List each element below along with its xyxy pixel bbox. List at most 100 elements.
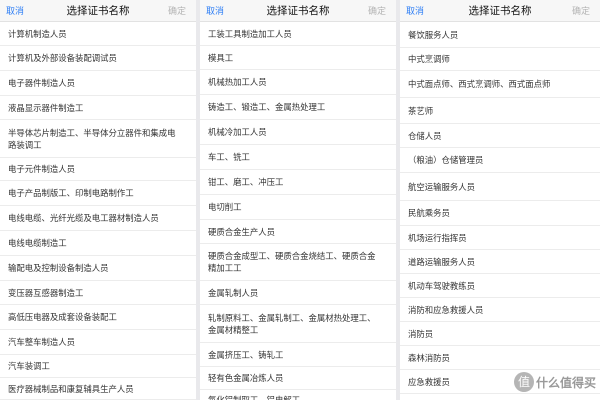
certificate-list-item[interactable]: 民航乘务员 bbox=[400, 201, 600, 226]
certificate-list-item[interactable]: 中式烹调师 bbox=[400, 48, 600, 71]
certificate-item-label: 变压器互感器制造工 bbox=[8, 287, 84, 298]
certificate-list-item[interactable]: 轧制原料工、金属轧制工、金属材热处理工、金属材精整工 bbox=[200, 305, 396, 343]
certificate-list-item[interactable]: 消防和应急救援人员 bbox=[400, 298, 600, 322]
certificate-item-label: 电子器件制造人员 bbox=[8, 78, 75, 88]
certificate-list-item[interactable]: 硬质合金成型工、硬质合金烧结工、硬质合金精加工工 bbox=[200, 244, 396, 281]
certificate-list-item[interactable]: 轻有色金属冶炼人员 bbox=[200, 367, 396, 390]
certificate-item-label: 输配电及控制设备制造人员 bbox=[8, 263, 109, 273]
certificate-item-label: 餐饮服务人员 bbox=[408, 29, 459, 40]
certificate-list-item[interactable]: 电线电缆制造工 bbox=[0, 231, 196, 256]
certificate-item-label: 氧化铝制取工、铝电解工 bbox=[208, 394, 301, 400]
certificate-list-item[interactable]: 中式面点师、西式烹调师、西式面点师 bbox=[400, 71, 600, 98]
certificate-item-label: 车工、铣工 bbox=[208, 152, 250, 162]
certificate-item-label: 液晶显示器件制造工 bbox=[8, 102, 84, 113]
certificate-list-item[interactable]: 工装工具制造加工人员 bbox=[200, 22, 396, 46]
certificate-list-item[interactable]: 机动车驾驶教练员 bbox=[400, 274, 600, 298]
certificate-list-item[interactable]: 金属挤压工、铸轧工 bbox=[200, 343, 396, 367]
certificate-item-label: 计算机制造人员 bbox=[8, 28, 67, 39]
certificate-item-label: 医疗器械制品和康复辅具生产人员 bbox=[8, 383, 134, 394]
certificate-item-label: 茶艺师 bbox=[408, 105, 434, 116]
certificate-item-label: 计算机及外部设备装配调试员 bbox=[8, 53, 117, 63]
picker-title: 选择证书名称 bbox=[266, 5, 330, 17]
confirm-button[interactable]: 确定 bbox=[168, 4, 186, 17]
certificate-item-label: 硬质合金生产人员 bbox=[208, 226, 275, 237]
certificate-item-label: 模具工 bbox=[208, 52, 234, 63]
certificate-list-item[interactable]: 电子器件制造人员 bbox=[0, 71, 196, 96]
certificate-item-label: （粮油）仓储管理员 bbox=[408, 155, 484, 165]
certificate-list-item[interactable]: 航空运输服务人员 bbox=[400, 173, 600, 201]
certificate-item-label: 机场运行指挥员 bbox=[408, 232, 467, 243]
certificate-list-item[interactable]: （粮油）仓储管理员 bbox=[400, 148, 600, 173]
certificate-item-label: 金属挤压工、铸轧工 bbox=[208, 349, 284, 360]
certificate-list-item[interactable]: 电切削工 bbox=[200, 195, 396, 220]
certificate-list-item[interactable]: 汽车整车制造人员 bbox=[0, 330, 196, 355]
certificate-item-label: 金属轧制人员 bbox=[208, 287, 259, 298]
certificate-item-label: 汽车整车制造人员 bbox=[8, 337, 75, 347]
certificate-list-item[interactable]: 餐饮服务人员 bbox=[400, 22, 600, 48]
certificate-list-item[interactable]: 计算机制造人员 bbox=[0, 22, 196, 46]
certificate-list-item[interactable]: 电子元件制造人员 bbox=[0, 158, 196, 181]
certificate-item-label: 机动车驾驶教练员 bbox=[408, 280, 475, 291]
certificate-list-item[interactable]: 氧化铝制取工、铝电解工 bbox=[200, 390, 396, 400]
certificate-item-label: 消防员 bbox=[408, 328, 434, 339]
certificate-list-item[interactable]: 森林消防员 bbox=[400, 346, 600, 370]
certificate-list-item[interactable]: 消防员 bbox=[400, 322, 600, 346]
certificate-item-label: 铸造工、锻造工、金属热处理工 bbox=[208, 102, 326, 112]
picker-header: 取消 选择证书名称 确定 bbox=[0, 0, 196, 22]
certificate-item-label: 民航乘务员 bbox=[408, 208, 450, 218]
picker-header: 取消 选择证书名称 确定 bbox=[400, 0, 600, 22]
certificate-list-item[interactable]: 医疗器械制品和康复辅具生产人员 bbox=[0, 378, 196, 400]
certificate-list-item[interactable]: 钳工、磨工、冲压工 bbox=[200, 170, 396, 195]
certificate-list-item[interactable]: 电子产品制版工、印制电路制作工 bbox=[0, 181, 196, 206]
confirm-button[interactable]: 确定 bbox=[368, 4, 386, 17]
certificate-item-label: 机械热加工人员 bbox=[208, 77, 267, 87]
certificate-list-item[interactable]: 道路运输服务人员 bbox=[400, 250, 600, 274]
certificate-list-item[interactable]: 金属轧制人员 bbox=[200, 281, 396, 305]
certificate-picker-panel-3: 取消 选择证书名称 确定 餐饮服务人员 中式烹调师中式面点师、西式烹调师、西式面点… bbox=[400, 0, 600, 400]
certificate-item-label: 中式面点师、西式烹调师、西式面点师 bbox=[408, 79, 551, 89]
certificate-item-label: 轧制原料工、金属轧制工、金属材热处理工、金属材精整工 bbox=[208, 312, 376, 335]
certificate-item-label: 道路运输服务人员 bbox=[408, 256, 475, 267]
picker-title: 选择证书名称 bbox=[66, 5, 130, 17]
certificate-item-label: 航空运输服务人员 bbox=[408, 181, 475, 192]
certificate-list-item[interactable]: 车工、铣工 bbox=[200, 145, 396, 170]
watermark-logo-icon: 值 bbox=[514, 372, 534, 392]
certificate-list-item[interactable]: 模具工 bbox=[200, 46, 396, 70]
certificate-list-item[interactable]: 液晶显示器件制造工 bbox=[0, 96, 196, 120]
certificate-item-label: 汽车装调工 bbox=[8, 361, 50, 371]
certificate-list-item[interactable]: 茶艺师 bbox=[400, 98, 600, 124]
certificate-item-label: 中式烹调师 bbox=[408, 54, 450, 64]
certificate-list-item[interactable]: 硬质合金生产人员 bbox=[200, 220, 396, 244]
picker-title: 选择证书名称 bbox=[468, 5, 532, 17]
watermark-text: 什么值得买 bbox=[535, 376, 596, 390]
certificate-list-item[interactable]: 电线电缆、光纤光缆及电工器材制造人员 bbox=[0, 206, 196, 231]
certificate-list-item[interactable]: 机械冷加工人员 bbox=[200, 120, 396, 145]
certificate-item-label: 电线电缆制造工 bbox=[8, 238, 67, 248]
certificate-item-label: 电线电缆、光纤光缆及电工器材制造人员 bbox=[8, 213, 159, 223]
certificate-item-label: 电切削工 bbox=[208, 202, 242, 212]
certificate-item-label: 应急救援员 bbox=[408, 376, 450, 387]
certificate-list-item[interactable]: 变压器互感器制造工 bbox=[0, 281, 196, 305]
certificate-item-label: 机械冷加工人员 bbox=[208, 127, 267, 137]
certificate-item-label: 消防和应急救援人员 bbox=[408, 304, 484, 315]
certificate-list-item[interactable]: 半导体芯片制造工、半导体分立器件和集成电路装调工 bbox=[0, 120, 196, 158]
certificate-item-label: 工装工具制造加工人员 bbox=[208, 28, 292, 39]
certificate-item-label: 钳工、磨工、冲压工 bbox=[208, 177, 284, 187]
certificate-item-label: 森林消防员 bbox=[408, 352, 450, 363]
certificate-item-label: 高低压电器及成套设备装配工 bbox=[8, 312, 117, 322]
certificate-list-item[interactable]: 输配电及控制设备制造人员 bbox=[0, 256, 196, 281]
certificate-list-item[interactable]: 仓储人员 bbox=[400, 124, 600, 148]
certificate-picker-panel-1: 取消 选择证书名称 确定 计算机制造人员计算机及外部设备装配调试员 电子器件制造人… bbox=[0, 0, 196, 400]
confirm-button[interactable]: 确定 bbox=[572, 4, 590, 17]
certificate-item-label: 半导体芯片制造工、半导体分立器件和集成电路装调工 bbox=[8, 127, 176, 150]
certificate-list-item[interactable]: 机场运行指挥员 bbox=[400, 226, 600, 250]
certificate-list-item[interactable]: 计算机及外部设备装配调试员 bbox=[0, 46, 196, 71]
certificate-item-label: 轻有色金属冶炼人员 bbox=[208, 373, 284, 383]
certificate-picker-panel-2: 取消 选择证书名称 确定 工装工具制造加工人员 模具工 机械热加工人员 铸造工、锻造工… bbox=[200, 0, 396, 400]
certificate-item-label: 仓储人员 bbox=[408, 130, 442, 141]
certificate-list-item[interactable]: 高低压电器及成套设备装配工 bbox=[0, 305, 196, 330]
certificate-list-item[interactable]: 汽车装调工 bbox=[0, 355, 196, 378]
certificate-item-label: 电子元件制造人员 bbox=[8, 164, 75, 174]
certificate-list-item[interactable]: 机械热加工人员 bbox=[200, 70, 396, 95]
certificate-list-item[interactable]: 铸造工、锻造工、金属热处理工 bbox=[200, 95, 396, 120]
